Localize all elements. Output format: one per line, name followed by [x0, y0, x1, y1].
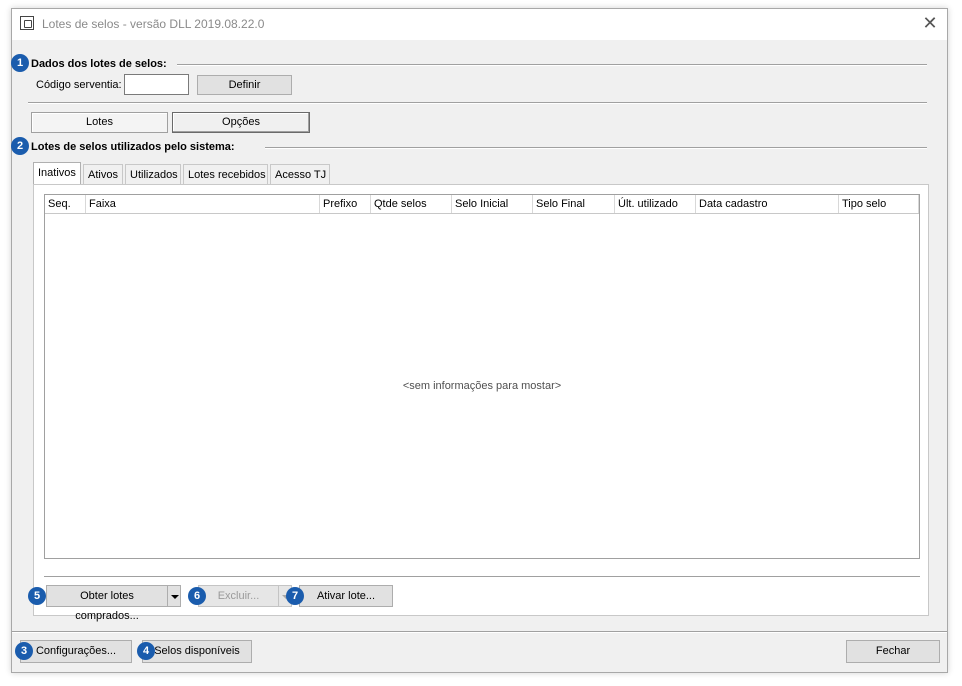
tab-acesso-tj[interactable]: Acesso TJ	[270, 164, 330, 184]
definir-button[interactable]: Definir	[197, 75, 292, 95]
codigo-serventia-input[interactable]	[124, 74, 189, 95]
selos-disponiveis-button[interactable]: Selos disponíveis	[142, 640, 252, 663]
close-icon[interactable]: ✕	[921, 14, 939, 32]
configuracoes-label: Configurações...	[35, 645, 117, 657]
tab-inativos[interactable]: Inativos	[33, 162, 81, 185]
tab-lotes-recebidos[interactable]: Lotes recebidos	[183, 164, 268, 184]
excluir-button[interactable]: Excluir...	[198, 585, 279, 607]
opcoes-toggle-label: Opções	[222, 116, 260, 128]
lotes-toggle-label: Lotes	[86, 116, 113, 128]
obter-lotes-dropdown-chevron-down-icon[interactable]	[167, 585, 181, 607]
callout-badge-3: 3	[15, 642, 33, 660]
tab-inativos-label: Inativos	[38, 167, 76, 179]
title-bar: Lotes de selos - versão DLL 2019.08.22.0…	[12, 9, 947, 40]
callout-badge-5: 5	[28, 587, 46, 605]
column-header-qtde-selos[interactable]: Qtde selos	[371, 195, 452, 213]
grid-header: Seq. Faixa Prefixo Qtde selos Selo Inici…	[45, 195, 919, 214]
ativar-lote-label: Ativar lote...	[316, 590, 376, 602]
obter-lotes-button[interactable]: Obter lotes comprados...	[46, 585, 168, 622]
lotes-de-selos-window: Lotes de selos - versão DLL 2019.08.22.0…	[11, 8, 948, 673]
callout-badge-1: 1	[11, 54, 29, 72]
column-header-selo-final[interactable]: Selo Final	[533, 195, 615, 213]
section-divider	[177, 64, 927, 66]
tab-utilizados-label: Utilizados	[130, 169, 178, 181]
tab-acesso-tj-label: Acesso TJ	[275, 169, 327, 181]
excluir-label: Excluir...	[217, 590, 260, 602]
window-title: Lotes de selos - versão DLL 2019.08.22.0	[42, 17, 265, 31]
section-divider-2	[28, 102, 927, 104]
ativar-lote-button[interactable]: Ativar lote...	[299, 585, 393, 607]
callout-badge-4: 4	[137, 642, 155, 660]
column-header-seq[interactable]: Seq.	[45, 195, 86, 213]
tab-panel-inativos: Seq. Faixa Prefixo Qtde selos Selo Inici…	[33, 184, 929, 622]
column-header-prefixo[interactable]: Prefixo	[320, 195, 371, 213]
column-header-tipo-selo[interactable]: Tipo selo	[839, 195, 919, 213]
lock-app-icon	[20, 16, 34, 30]
fechar-label: Fechar	[875, 645, 911, 657]
footer-divider	[12, 631, 947, 633]
codigo-serventia-label: Código serventia:	[36, 79, 122, 91]
lotes-toggle-button[interactable]: Lotes	[31, 112, 168, 133]
definir-button-label: Definir	[228, 79, 261, 91]
obter-lotes-label: Obter lotes comprados...	[75, 590, 139, 622]
section-divider-3	[265, 147, 927, 149]
tab-lotes-recebidos-label: Lotes recebidos	[188, 169, 266, 181]
column-header-data-cadastro[interactable]: Data cadastro	[696, 195, 839, 213]
tab-utilizados[interactable]: Utilizados	[125, 164, 181, 184]
configuracoes-button[interactable]: Configurações...	[20, 640, 132, 663]
section-title-lotes-utilizados: Lotes de selos utilizados pelo sistema:	[31, 141, 235, 153]
column-header-faixa[interactable]: Faixa	[86, 195, 320, 213]
section-title-dados: Dados dos lotes de selos:	[31, 58, 167, 70]
column-header-selo-inicial[interactable]: Selo Inicial	[452, 195, 533, 213]
callout-badge-6: 6	[188, 587, 206, 605]
selos-disponiveis-label: Selos disponíveis	[154, 645, 240, 657]
opcoes-toggle-button[interactable]: Opções	[172, 112, 310, 133]
tab-ativos[interactable]: Ativos	[83, 164, 123, 184]
panel-divider	[44, 576, 920, 577]
grid-empty-message: <sem informações para mostar>	[402, 380, 562, 392]
lotes-grid[interactable]: Seq. Faixa Prefixo Qtde selos Selo Inici…	[44, 194, 920, 559]
fechar-button[interactable]: Fechar	[846, 640, 940, 663]
callout-badge-2: 2	[11, 137, 29, 155]
column-header-ult-utilizado[interactable]: Últ. utilizado	[615, 195, 696, 213]
tab-ativos-label: Ativos	[88, 169, 118, 181]
callout-badge-7: 7	[286, 587, 304, 605]
